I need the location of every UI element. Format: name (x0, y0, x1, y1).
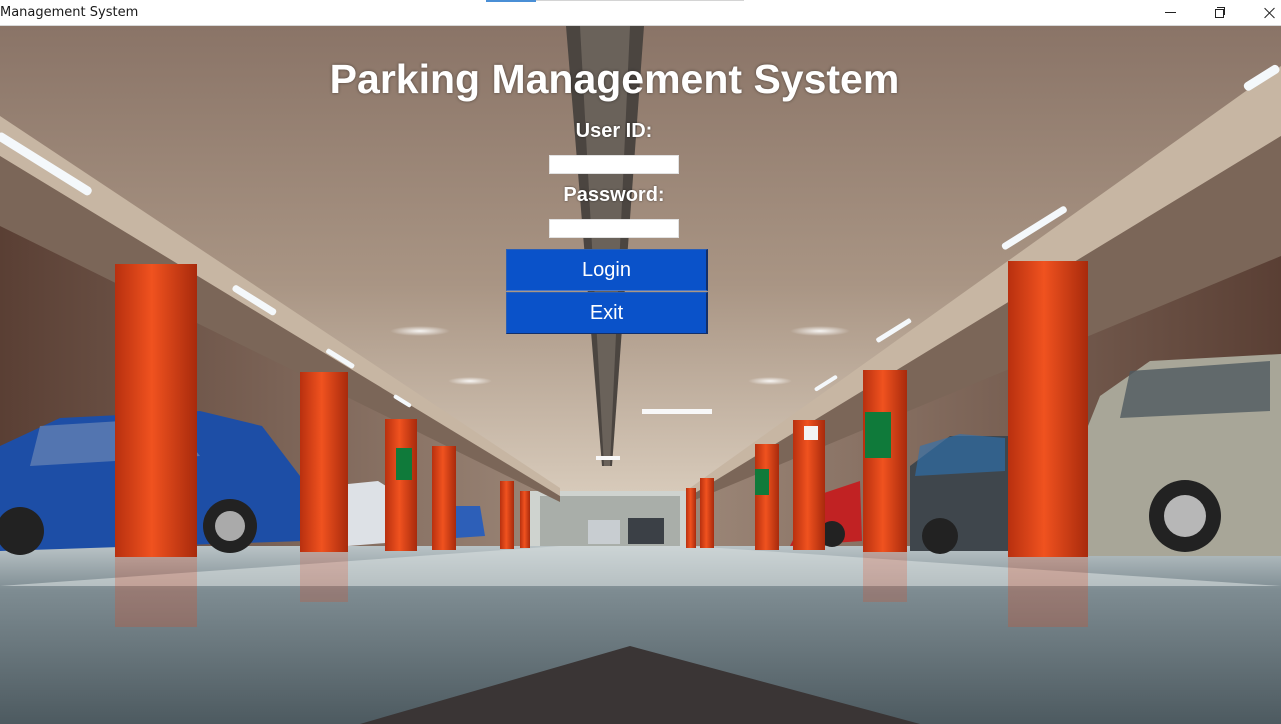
user-id-label: User ID: (575, 120, 653, 142)
password-input[interactable] (549, 219, 679, 238)
minimize-icon (1164, 12, 1176, 13)
user-id-input[interactable] (549, 155, 679, 174)
title-divider (536, 0, 744, 1)
close-button[interactable] (1247, 0, 1281, 25)
exit-button[interactable]: Exit (506, 292, 708, 334)
close-icon (1264, 7, 1276, 19)
window-title: Management System (0, 5, 139, 20)
page-title: Parking Management System (329, 56, 900, 102)
restore-button[interactable] (1197, 0, 1243, 25)
login-button[interactable]: Login (506, 249, 708, 291)
restore-icon (1214, 7, 1226, 18)
app-window: Management System Parking Management Sys… (0, 0, 1281, 724)
title-bar: Management System (0, 0, 1281, 26)
focus-indicator (486, 0, 536, 2)
password-label: Password: (563, 184, 665, 206)
minimize-button[interactable] (1147, 0, 1193, 25)
